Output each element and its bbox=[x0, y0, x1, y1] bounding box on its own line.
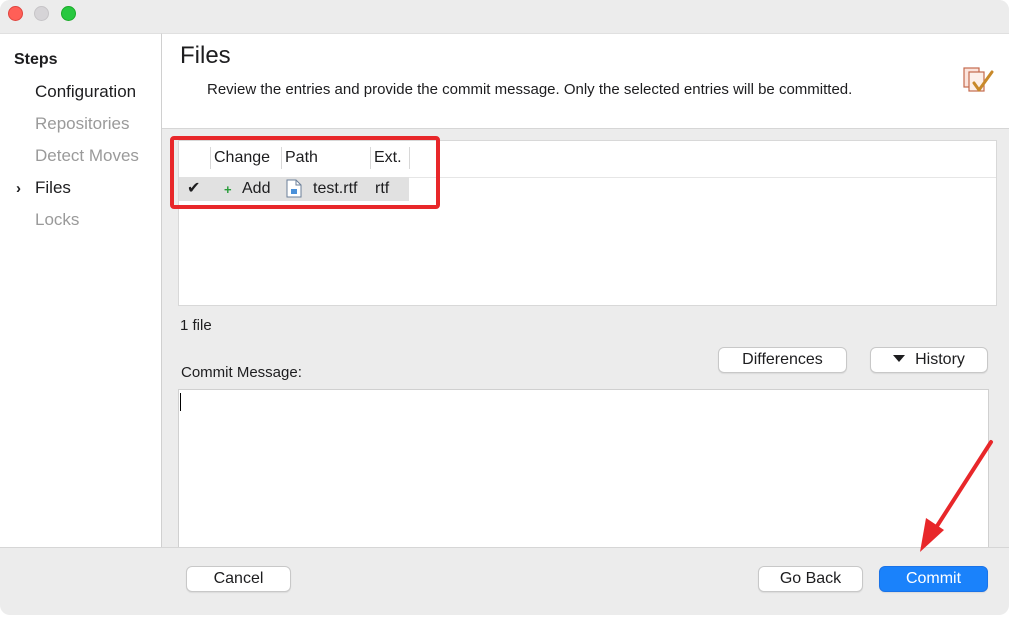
annotation-highlight-box bbox=[170, 136, 440, 209]
title-bar bbox=[0, 0, 1009, 33]
differences-button[interactable]: Differences bbox=[718, 347, 847, 373]
minimize-window-button[interactable] bbox=[34, 6, 49, 21]
step-locks: Locks bbox=[35, 210, 80, 229]
step-files[interactable]: Files bbox=[35, 178, 71, 198]
commit-dialog-window: Steps Configuration Repositories Detect … bbox=[0, 0, 1009, 615]
zoom-window-button[interactable] bbox=[61, 6, 76, 21]
step-configuration[interactable]: Configuration bbox=[35, 82, 136, 102]
current-step-chevron-icon: › bbox=[16, 180, 21, 197]
close-window-button[interactable] bbox=[8, 6, 23, 21]
history-button[interactable]: History bbox=[870, 347, 988, 373]
commit-documents-icon bbox=[963, 67, 994, 92]
page-title: Files bbox=[180, 42, 231, 69]
text-cursor bbox=[180, 393, 181, 411]
commit-button[interactable]: Commit bbox=[879, 566, 988, 592]
go-back-button[interactable]: Go Back bbox=[758, 566, 863, 592]
steps-sidebar: Steps Configuration Repositories Detect … bbox=[0, 33, 162, 548]
file-count: 1 file bbox=[180, 317, 212, 334]
commit-message-field[interactable] bbox=[178, 389, 989, 548]
page-description: Review the entries and provide the commi… bbox=[207, 81, 853, 98]
footer-divider bbox=[0, 547, 1009, 548]
page-header: Files Review the entries and provide the… bbox=[162, 33, 1009, 129]
commit-message-label: Commit Message: bbox=[181, 364, 302, 381]
cancel-button[interactable]: Cancel bbox=[186, 566, 291, 592]
annotation-arrow-icon bbox=[920, 440, 993, 552]
history-button-label: History bbox=[915, 351, 965, 368]
step-repositories: Repositories bbox=[35, 114, 130, 133]
steps-title: Steps bbox=[14, 51, 58, 68]
dropdown-caret-icon bbox=[893, 355, 906, 362]
step-detect-moves: Detect Moves bbox=[35, 146, 139, 165]
